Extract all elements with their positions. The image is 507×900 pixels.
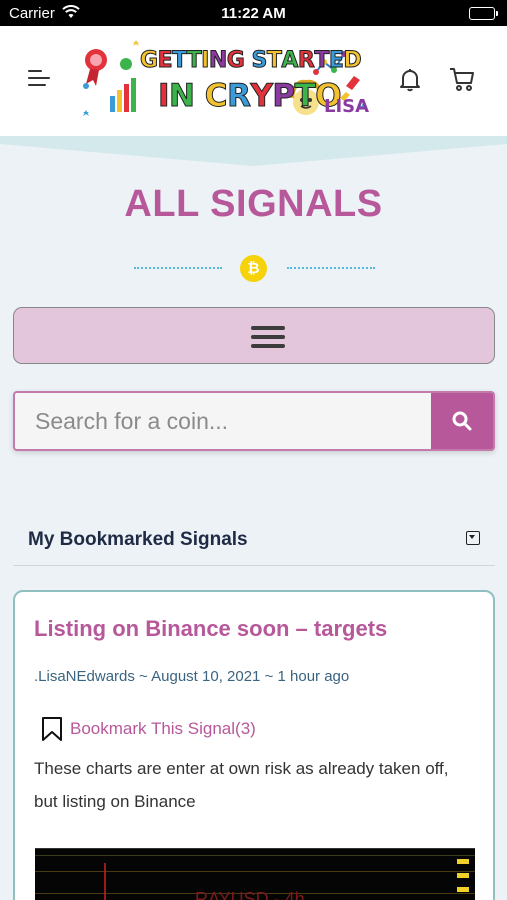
signal-card: Listing on Binance soon – targets .LisaN…	[13, 590, 495, 900]
signal-meta: .LisaNEdwards ~ August 10, 2021 ~ 1 hour…	[34, 668, 350, 685]
site-logo[interactable]: GETTING STARTED IN CRYPTO LISA	[78, 40, 370, 124]
bitcoin-icon: ₿	[240, 255, 267, 282]
section-divider	[13, 565, 495, 566]
search-button[interactable]	[431, 393, 493, 449]
divider-dots-left	[134, 267, 222, 269]
bookmark-label: Bookmark This Signal(3)	[70, 719, 256, 738]
chart-watermark: RAYUSD - 4h	[195, 889, 305, 900]
clock: 11:22 AM	[221, 5, 286, 22]
bookmark-icon	[42, 717, 62, 741]
header-wave-decoration	[0, 136, 507, 166]
search-input[interactable]	[15, 393, 435, 449]
logo-line-1: GETTING STARTED	[140, 48, 363, 74]
bookmarked-section-title: My Bookmarked Signals	[28, 529, 248, 550]
coin-search	[13, 391, 495, 451]
signal-chart-image[interactable]: RAYUSD - 4h	[35, 848, 475, 900]
page-title: ALL SIGNALS	[124, 183, 383, 225]
battery-icon	[469, 7, 498, 20]
site-header: GETTING STARTED IN CRYPTO LISA	[0, 26, 507, 136]
cart-icon[interactable]	[448, 65, 476, 98]
hamburger-icon	[251, 326, 285, 353]
signal-title[interactable]: Listing on Binance soon – targets	[34, 616, 387, 642]
search-icon	[452, 411, 472, 431]
logo-name: LISA	[324, 96, 370, 117]
bell-icon[interactable]	[399, 67, 421, 98]
divider-dots-right	[287, 267, 375, 269]
dropdown-toggle-icon[interactable]	[466, 531, 480, 545]
signal-body: These charts are enter at own risk as al…	[34, 759, 449, 811]
title-divider: ₿	[0, 255, 507, 282]
filter-menu-button[interactable]	[13, 307, 495, 364]
logo-line-2: IN CRYPTO	[157, 78, 342, 115]
status-bar: Carrier 11:22 AM	[0, 0, 507, 26]
hamburger-menu-icon[interactable]	[28, 70, 50, 88]
